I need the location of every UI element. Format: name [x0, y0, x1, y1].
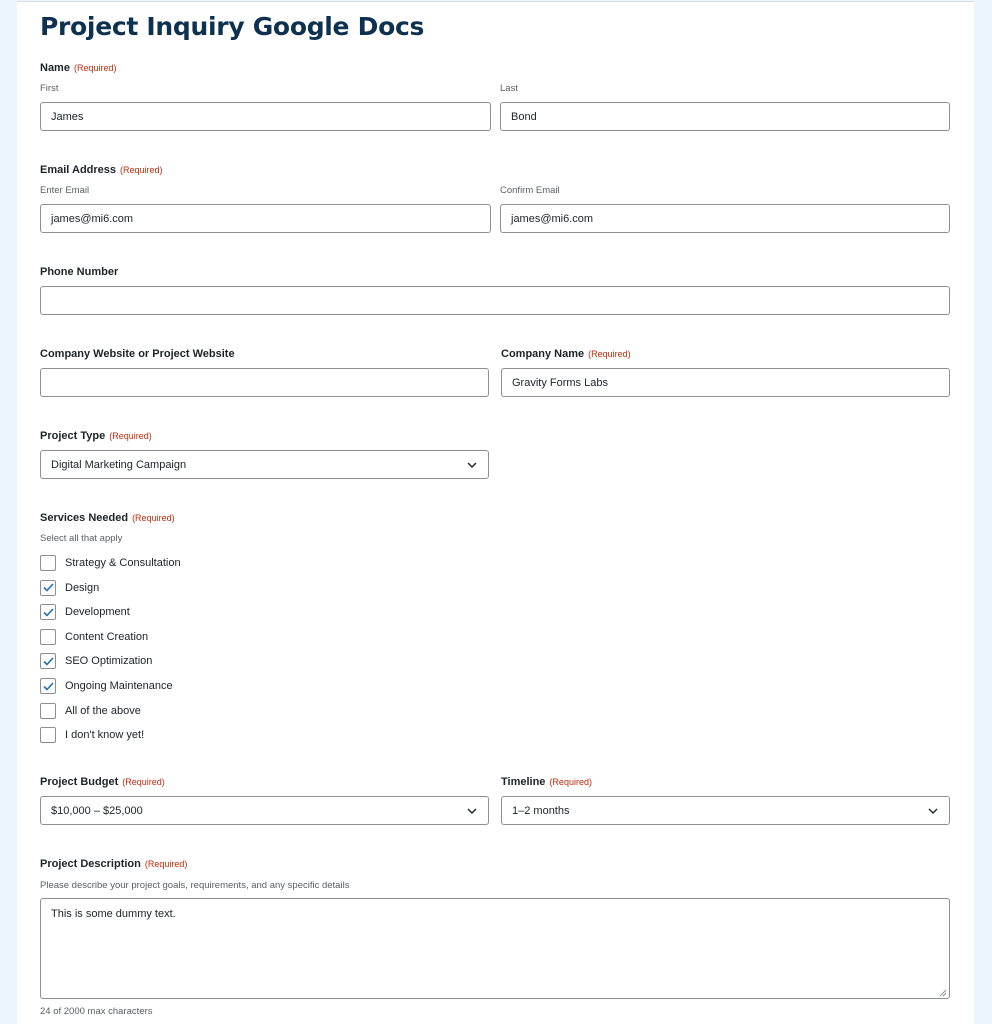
first-name-input[interactable]: James: [40, 102, 491, 131]
website-label: Company Website or Project Website: [40, 348, 235, 360]
service-option[interactable]: I don't know yet!: [40, 727, 145, 744]
company-input[interactable]: Gravity Forms Labs: [501, 368, 950, 397]
confirm-email-sublabel: Confirm Email: [500, 185, 560, 196]
required-indicator: (Required): [120, 165, 163, 175]
last-name-input[interactable]: Bond: [500, 102, 950, 131]
resize-handle-icon[interactable]: [939, 988, 947, 997]
email-input[interactable]: james@mi6.com: [40, 204, 491, 233]
service-checkbox[interactable]: [40, 628, 56, 645]
checkmark-icon: [42, 608, 54, 617]
phone-input[interactable]: [40, 286, 950, 315]
service-option[interactable]: All of the above: [40, 702, 141, 719]
email-label-text: Email Address: [40, 164, 117, 176]
company-label-text: Company Name: [501, 348, 585, 360]
timeline-label-text: Timeline: [501, 776, 546, 788]
last-name-sublabel: Last: [500, 83, 518, 94]
website-input[interactable]: [40, 368, 489, 397]
service-checkbox[interactable]: [40, 604, 56, 621]
service-option[interactable]: Development: [40, 604, 130, 621]
last-name-value: Bond: [511, 110, 537, 123]
service-checkbox[interactable]: [40, 702, 56, 719]
service-option-label: Design: [65, 581, 100, 594]
required-indicator: (Required): [144, 859, 188, 869]
services-label: Services Needed (Required): [40, 512, 175, 524]
first-name-sublabel: First: [40, 83, 59, 94]
timeline-select[interactable]: 1–2 months: [501, 796, 950, 825]
checkmark-icon: [42, 681, 54, 691]
chevron-down-icon: [927, 805, 939, 817]
required-indicator: (Required): [549, 777, 592, 787]
service-checkbox[interactable]: [40, 579, 56, 596]
service-option[interactable]: Strategy & Consultation: [40, 555, 181, 571]
budget-value: $10,000 – $25,000: [51, 804, 143, 817]
service-checkbox[interactable]: [40, 678, 56, 694]
email-label: Email Address (Required): [40, 164, 163, 176]
form-title: Project Inquiry Google Docs: [40, 12, 425, 41]
budget-label-text: Project Budget: [40, 776, 119, 788]
required-indicator: (Required): [588, 349, 631, 359]
service-option-label: Ongoing Maintenance: [65, 680, 173, 692]
email-value: james@mi6.com: [51, 212, 134, 225]
chevron-down-icon: [466, 805, 478, 817]
timeline-value: 1–2 months: [512, 804, 570, 817]
timeline-label: Timeline (Required): [501, 776, 592, 788]
budget-select[interactable]: $10,000 – $25,000: [40, 796, 489, 825]
required-indicator: (Required): [73, 63, 117, 73]
service-option[interactable]: Content Creation: [40, 628, 149, 645]
project-type-select[interactable]: Digital Marketing Campaign: [40, 450, 489, 479]
required-indicator: (Required): [132, 513, 175, 523]
enter-email-sublabel: Enter Email: [40, 185, 90, 196]
service-option[interactable]: Design: [40, 579, 100, 596]
description-textarea[interactable]: This is some dummy text.: [40, 898, 950, 999]
services-description: Select all that apply: [40, 533, 123, 544]
first-name-value: James: [51, 110, 84, 123]
budget-label: Project Budget (Required): [40, 776, 165, 788]
service-option-label: Content Creation: [65, 630, 149, 643]
phone-label: Phone Number: [40, 266, 119, 278]
checkmark-icon: [42, 583, 54, 592]
service-option[interactable]: Ongoing Maintenance: [40, 678, 173, 694]
checkmark-icon: [42, 657, 54, 666]
project-type-value: Digital Marketing Campaign: [51, 458, 187, 471]
service-checkbox[interactable]: [40, 653, 56, 670]
service-checkbox[interactable]: [40, 555, 56, 571]
service-checkbox[interactable]: [40, 727, 56, 744]
name-label: Name (Required): [40, 62, 117, 74]
description-help: Please describe your project goals, requ…: [40, 880, 350, 891]
service-option-label: I don't know yet!: [65, 729, 145, 742]
description-label-text: Project Description: [40, 858, 141, 870]
company-value: Gravity Forms Labs: [512, 376, 608, 389]
required-indicator: (Required): [122, 777, 165, 787]
service-option[interactable]: SEO Optimization: [40, 653, 153, 670]
name-label-text: Name: [40, 62, 70, 74]
description-label: Project Description (Required): [40, 858, 187, 870]
chevron-down-icon: [466, 459, 478, 471]
required-indicator: (Required): [109, 431, 152, 441]
description-value: This is some dummy text.: [51, 908, 176, 920]
confirm-email-value: james@mi6.com: [511, 212, 594, 225]
character-counter: 24 of 2000 max characters: [40, 1006, 153, 1017]
service-option-label: Development: [65, 606, 130, 619]
company-label: Company Name (Required): [501, 348, 631, 360]
project-type-label: Project Type (Required): [40, 430, 152, 442]
service-option-label: Strategy & Consultation: [65, 557, 181, 569]
services-label-text: Services Needed: [40, 512, 129, 524]
confirm-email-input[interactable]: james@mi6.com: [500, 204, 950, 233]
service-option-label: All of the above: [65, 704, 141, 717]
service-option-label: SEO Optimization: [65, 655, 153, 668]
project-type-label-text: Project Type: [40, 430, 106, 442]
